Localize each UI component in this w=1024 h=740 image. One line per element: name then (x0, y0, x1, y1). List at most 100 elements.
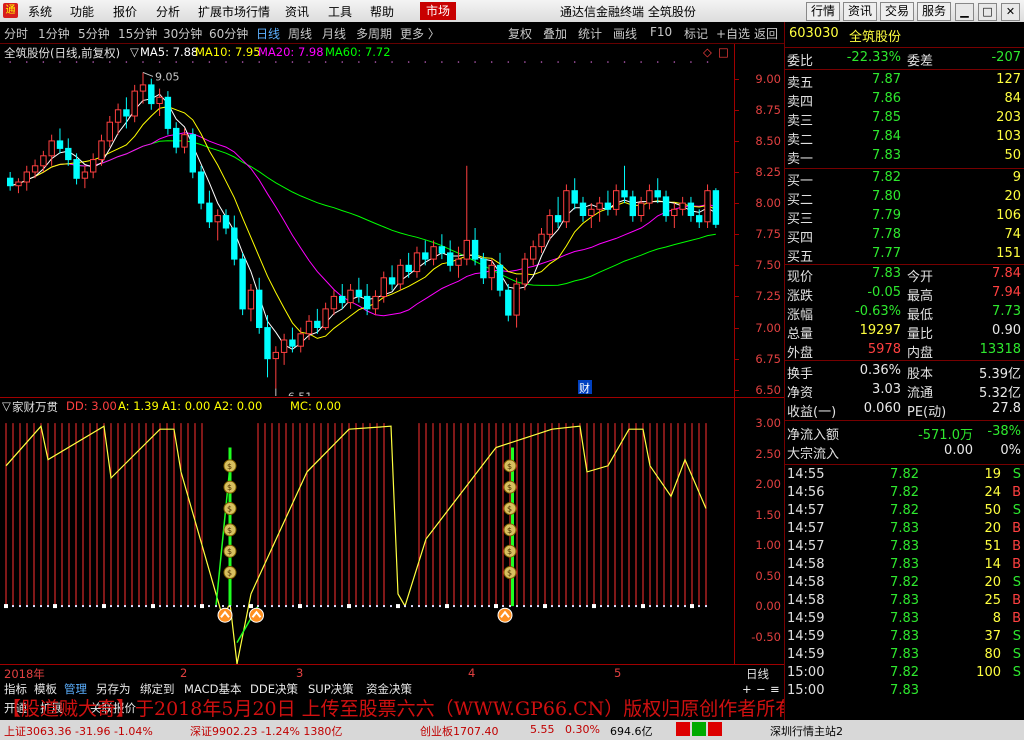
status-shanghai-index[interactable]: 上证3063.36 -31.96 -1.04% (4, 723, 153, 739)
app-logo-icon[interactable]: 通 (3, 3, 18, 18)
menu-function[interactable]: 功能 (70, 3, 94, 20)
trade-tab-button[interactable]: 交易 (880, 2, 914, 21)
tick-side: S (1012, 665, 1021, 680)
indicator-name[interactable]: 家财万贯 (12, 399, 58, 415)
quote-value-1: -0.63% (855, 304, 901, 319)
candle-up (546, 215, 553, 235)
quote-panel: 603030 全筑股份 委比 -22.33% 委差 -207 卖五 7.87 127… (784, 22, 1024, 720)
zero-line-dot (334, 605, 336, 608)
add-favorite-button[interactable]: +自选 (716, 25, 750, 42)
ask-level[interactable]: 卖三 7.85 203 (785, 110, 1024, 129)
menu-quote[interactable]: 报价 (113, 3, 137, 20)
period-5min[interactable]: 5分钟 (78, 25, 110, 42)
bid-level[interactable]: 买四 7.78 74 (785, 227, 1024, 246)
fund-label-2: PE(动) (907, 405, 947, 420)
draw-line-button[interactable]: 画线 (613, 25, 637, 42)
menu-analysis[interactable]: 分析 (156, 3, 180, 20)
back-button[interactable]: 返回 (754, 25, 778, 42)
bid-level-label: 买四 (787, 231, 814, 246)
square-marker-icon: □ (718, 45, 729, 59)
mark-button[interactable]: 标记 (684, 25, 708, 42)
menu-help[interactable]: 帮助 (370, 3, 394, 20)
period-15min[interactable]: 15分钟 (118, 25, 157, 42)
period-60min[interactable]: 60分钟 (209, 25, 248, 42)
server-name[interactable]: 深圳行情主站2 (770, 723, 843, 739)
overlay-button[interactable]: 叠加 (543, 25, 567, 42)
candle-down (173, 127, 180, 148)
bid-level[interactable]: 买三 7.79 106 (785, 208, 1024, 227)
f10-button[interactable]: F10 (650, 25, 672, 39)
candle-down (222, 215, 230, 229)
menu-extended-market[interactable]: 扩展市场行情 (198, 3, 270, 20)
status-shenzhen-index[interactable]: 深证9902.23 -1.24% 1380亿 (190, 723, 342, 739)
zero-line-dot (110, 605, 112, 608)
ask-level-price: 7.84 (872, 129, 901, 144)
fund-value-1: 0.36% (859, 363, 901, 378)
indicator-dropdown-icon[interactable]: ▽ (2, 399, 11, 413)
zero-line-dot (229, 605, 231, 608)
ma-legend-toggle[interactable]: ▽ (130, 45, 139, 59)
restore-rights-button[interactable]: 复权 (508, 25, 532, 42)
ma60-line (10, 140, 716, 286)
candle-down (471, 239, 479, 260)
maximize-icon[interactable]: □ (978, 3, 997, 21)
status-gem-index[interactable]: 创业板1707.40 (420, 723, 499, 739)
ask-level-price: 7.85 (872, 110, 901, 125)
high-price-label: 9.05 (155, 70, 180, 83)
period-multi[interactable]: 多周期 (356, 25, 392, 42)
candlestick-chart[interactable]: 9.05 6.51 财 (0, 60, 734, 396)
market-button[interactable]: 市场 (420, 2, 456, 20)
period-more[interactable]: 更多 〉 (400, 25, 440, 42)
ask-level[interactable]: 卖二 7.84 103 (785, 129, 1024, 148)
price-tick-label: 7.00 (755, 320, 781, 335)
top-dot (208, 61, 211, 63)
quote-label-1: 总量 (787, 327, 814, 342)
zero-line-dot (75, 605, 77, 608)
bid-level-price: 7.77 (872, 246, 901, 261)
net-inflow-pct: -38% (987, 424, 1021, 439)
ask-level[interactable]: 卖四 7.86 84 (785, 91, 1024, 110)
weicha-value: -207 (991, 50, 1021, 65)
zero-line-dot (236, 605, 238, 608)
tick-side: B (1012, 485, 1021, 500)
quote-tab-button[interactable]: 行情 (806, 2, 840, 21)
top-dot (424, 61, 427, 63)
zero-line-dot (194, 605, 196, 608)
tick-side: B (1012, 521, 1021, 536)
statistics-button[interactable]: 统计 (578, 25, 602, 42)
period-weekly[interactable]: 周线 (288, 25, 312, 42)
minimize-icon[interactable]: ▁ (955, 3, 974, 21)
period-30min[interactable]: 30分钟 (163, 25, 202, 42)
bid-level-label: 买三 (787, 212, 814, 227)
zero-line-dot (488, 605, 490, 608)
menu-system[interactable]: 系统 (28, 3, 52, 20)
period-daily[interactable]: 日线 (256, 25, 280, 42)
bid-level[interactable]: 买一 7.82 9 (785, 170, 1024, 189)
period-indicator[interactable]: 日线 (746, 666, 769, 682)
block-inflow-row: 大宗流入 0.00 0% (785, 443, 1024, 462)
period-1min[interactable]: 1分钟 (38, 25, 70, 42)
candle-up (181, 134, 188, 148)
candle-up (455, 258, 462, 266)
candle-down (554, 215, 562, 223)
candle-up (156, 96, 163, 104)
zero-line-dot (607, 605, 609, 608)
period-monthly[interactable]: 月线 (322, 25, 346, 42)
tick-time: 14:59 (787, 629, 825, 644)
ask-level[interactable]: 卖一 7.83 50 (785, 148, 1024, 167)
indicator-chart[interactable]: $ $ $ $ $ $ $ $ $ $ $ $ (0, 414, 734, 664)
candle-down (56, 140, 64, 149)
candle-up (488, 264, 495, 279)
news-tab-button[interactable]: 资讯 (843, 2, 877, 21)
menu-news[interactable]: 资讯 (285, 3, 309, 20)
service-tab-button[interactable]: 服务 (917, 2, 951, 21)
top-dot (258, 61, 261, 63)
top-dot (690, 61, 692, 63)
money-bag-symbol: $ (507, 505, 512, 514)
bid-level[interactable]: 买二 7.80 20 (785, 189, 1024, 208)
bid-level[interactable]: 买五 7.77 151 (785, 246, 1024, 265)
ask-level[interactable]: 卖五 7.87 127 (785, 72, 1024, 91)
close-icon[interactable]: ✕ (1001, 3, 1020, 21)
period-tick[interactable]: 分时 (4, 25, 28, 42)
menu-tools[interactable]: 工具 (328, 3, 352, 20)
